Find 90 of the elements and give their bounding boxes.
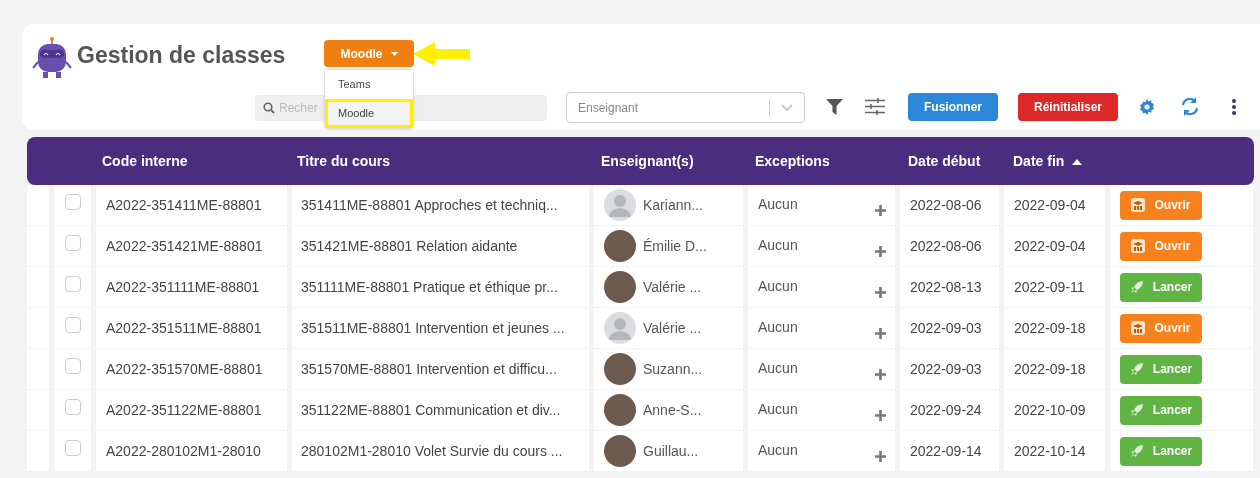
page-title: Gestion de classes [77,41,286,70]
launch-button[interactable]: Lancer [1120,354,1202,384]
code-cell: A2022-351570ME-88801 [96,349,287,389]
open-button[interactable]: Ouvrir [1120,190,1202,220]
end-date-cell: 2022-09-18 [1004,308,1105,348]
teacher-name: Valérie ... [643,277,702,297]
settings-icon[interactable] [1139,99,1155,115]
start-date-cell: 2022-08-06 [900,226,999,266]
title-cell: 351570ME-88801 Intervention et difficu... [292,349,589,389]
refresh-icon[interactable] [1181,97,1199,116]
exceptions-text: Aucun [758,277,798,296]
teacher-name: Valérie ... [643,318,702,338]
end-date-cell: 2022-09-11 [1004,267,1105,307]
end-date-cell: 2022-10-14 [1004,431,1105,471]
open-button[interactable]: Ouvrir [1120,231,1202,261]
menu-item[interactable]: Moodle [325,99,413,128]
end-date-cell: 2022-09-04 [1004,185,1105,225]
plus-icon[interactable] [875,451,886,462]
row-checkbox[interactable] [64,358,81,374]
merge-button[interactable]: Fusionner [908,93,998,121]
start-date-cell: 2022-09-03 [900,308,999,348]
reset-button[interactable]: Réinitialiser [1018,93,1118,121]
title-cell: 351411ME-88801 Approches et techniq... [292,185,589,225]
teacher-name: Émilie D... [643,236,707,256]
plus-icon[interactable] [875,328,886,339]
teacher-select[interactable]: Enseignant [566,92,805,123]
teacher-name: Anne-S... [643,400,702,420]
plus-icon[interactable] [875,369,886,380]
launch-button[interactable]: Lancer [1120,436,1202,466]
row-checkbox[interactable] [64,317,81,333]
title-cell: 351511ME-88801 Intervention et jeunes ... [292,308,589,348]
title-cell: 351122ME-88801 Communication et div... [292,390,589,430]
column-header[interactable]: Enseignant(s) [601,151,694,172]
row-checkbox[interactable] [64,194,81,210]
title-cell: 280102M1-28010 Volet Survie du cours ... [292,431,589,471]
row-checkbox[interactable] [64,276,81,292]
platform-dropdown-button[interactable]: Moodle [324,40,414,67]
exceptions-text: Aucun [758,195,798,214]
exceptions-text: Aucun [758,359,798,378]
end-date-cell: 2022-09-04 [1004,226,1105,266]
title-cell: 351421ME-88801 Relation aidante [292,226,589,266]
start-date-cell: 2022-09-14 [900,431,999,471]
code-cell: A2022-351511ME-88801 [96,308,287,348]
start-date-cell: 2022-08-13 [900,267,999,307]
plus-icon[interactable] [875,246,886,257]
start-date-cell: 2022-09-24 [900,390,999,430]
code-cell: A2022-280102M1-28010 [96,431,287,471]
row-checkbox[interactable] [64,235,81,251]
chevron-down-icon [781,103,793,112]
menu-item[interactable]: Teams [325,70,413,99]
search-icon [263,102,275,114]
row-checkbox[interactable] [64,399,81,415]
code-cell: A2022-351111ME-88801 [96,267,287,307]
rocket-icon [1129,362,1144,376]
exceptions-text: Aucun [758,318,798,337]
column-header[interactable]: Exceptions [755,151,830,172]
rocket-icon [1129,444,1144,458]
launch-button[interactable]: Lancer [1120,272,1202,302]
teacher-name: Suzann... [643,359,703,379]
teacher-name: Guillau... [643,441,699,461]
code-cell: A2022-351421ME-88801 [96,226,287,266]
filter-icon[interactable] [826,99,843,115]
column-header[interactable]: Date début [908,151,981,172]
end-date-cell: 2022-09-18 [1004,349,1105,389]
rocket-icon [1129,280,1144,294]
plus-icon[interactable] [875,410,886,421]
exceptions-text: Aucun [758,441,798,460]
open-button[interactable]: Ouvrir [1120,313,1202,343]
sliders-icon[interactable] [865,98,885,115]
code-cell: A2022-351122ME-88801 [96,390,287,430]
title-cell: 351111ME-88801 Pratique et éthique pr... [292,267,589,307]
code-cell: A2022-351411ME-88801 [96,185,287,225]
column-header[interactable]: Code interne [102,151,188,172]
row-checkbox[interactable] [64,440,81,456]
more-options-icon[interactable] [1231,98,1237,116]
exceptions-text: Aucun [758,400,798,419]
plus-icon[interactable] [875,205,886,216]
pointer-arrow [413,41,471,67]
column-header[interactable]: Date fin [1013,151,1083,172]
exceptions-text: Aucun [758,236,798,255]
robot-logo-icon [30,36,74,80]
launch-button[interactable]: Lancer [1120,395,1202,425]
plus-icon[interactable] [875,287,886,298]
start-date-cell: 2022-09-03 [900,349,999,389]
start-date-cell: 2022-08-06 [900,185,999,225]
rocket-icon [1129,403,1144,417]
column-header[interactable]: Titre du cours [297,151,391,172]
end-date-cell: 2022-10-09 [1004,390,1105,430]
caret-icon [390,51,398,56]
teacher-name: Kariann... [643,195,703,215]
